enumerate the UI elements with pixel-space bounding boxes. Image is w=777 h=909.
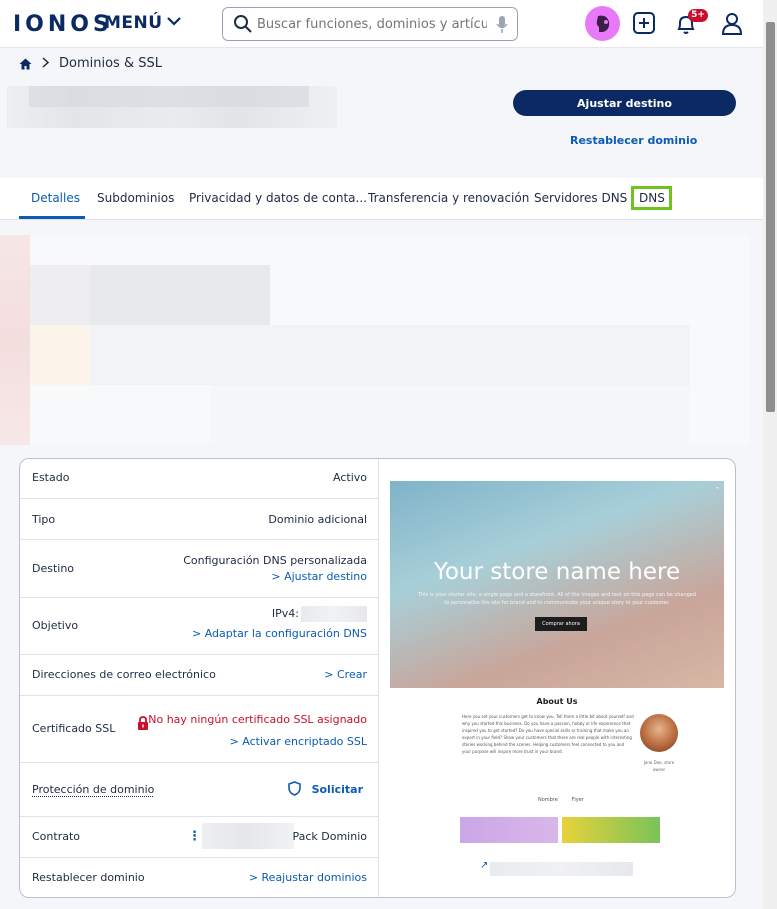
row-type: Tipo Dominio adicional xyxy=(20,499,379,540)
preview-shop-button: Comprar ahora xyxy=(535,617,587,631)
create-email-link[interactable]: > Crear xyxy=(324,668,367,681)
row-contract: Contrato ⋮ Pack Dominio xyxy=(20,817,379,858)
ip-redacted xyxy=(301,606,367,622)
ionos-logo[interactable]: IONOS xyxy=(13,12,113,37)
preview-tile xyxy=(460,817,558,843)
domain-details-card: Estado Activo Tipo Dominio adicional Des… xyxy=(19,458,736,899)
adjust-destination-button[interactable]: Ajustar destino xyxy=(513,90,736,116)
row-target: Objetivo IPv4: > Adaptar la configuració… xyxy=(20,598,379,655)
dns-tab-highlight xyxy=(631,186,672,210)
row-email: Direcciones de correo electrónico > Crea… xyxy=(20,655,379,696)
home-icon[interactable] xyxy=(19,58,32,70)
email-label: Direcciones de correo electrónico xyxy=(32,668,216,681)
activate-ssl-link[interactable]: > Activar encriptado SSL xyxy=(230,735,367,748)
preview-menu-icon: ≡ xyxy=(715,485,719,490)
user-icon[interactable] xyxy=(721,12,743,36)
destination-label: Destino xyxy=(32,562,75,575)
preview-hero-title: Your store name here xyxy=(433,559,681,585)
row-domain-protection: Protección de dominio Solicitar xyxy=(20,763,379,817)
type-label: Tipo xyxy=(32,513,56,526)
tab-bar: Detalles Subdominios Privacidad y datos … xyxy=(0,178,763,220)
contract-redacted xyxy=(202,823,294,849)
redacted-block xyxy=(90,325,690,385)
menu-button[interactable]: MENÚ xyxy=(104,13,181,33)
row-destination: Destino Configuración DNS personalizada … xyxy=(20,540,379,598)
preview-about-text: Here you set your customers get to know … xyxy=(462,714,634,754)
redacted-banner xyxy=(0,235,750,445)
assistant-avatar[interactable] xyxy=(585,6,620,41)
preview-nav: Nombre Flyer xyxy=(538,797,584,803)
type-value: Dominio adicional xyxy=(268,513,367,526)
preview-about-title: About Us xyxy=(536,697,578,706)
domain-protection-label[interactable]: Protección de dominio xyxy=(32,783,154,796)
search-icon xyxy=(234,15,252,33)
breadcrumb: Dominios & SSL xyxy=(19,56,162,71)
preview-hero: ≡ Your store name here This is your star… xyxy=(390,481,724,688)
destination-value: Configuración DNS personalizada xyxy=(183,554,367,567)
target-value: IPv4: xyxy=(272,606,367,622)
tab-subdomains[interactable]: Subdominios xyxy=(97,191,174,205)
contract-value: Pack Dominio xyxy=(292,830,367,843)
external-link-icon[interactable]: ↗ xyxy=(480,860,488,871)
tab-dns-servers[interactable]: Servidores DNS xyxy=(534,191,627,205)
ssl-error: No hay ningún certificado SSL asignado xyxy=(148,713,367,726)
restore-domain-label: Restablecer dominio xyxy=(32,871,145,884)
row-ssl: Certificado SSL No hay ningún certificad… xyxy=(20,696,379,763)
domain-name-redacted xyxy=(7,86,337,128)
tab-details[interactable]: Detalles xyxy=(31,191,80,205)
redacted-block xyxy=(210,385,690,445)
readjust-domains-link[interactable]: > Reajustar dominios xyxy=(249,871,367,884)
ssl-label: Certificado SSL xyxy=(32,722,116,735)
search-box xyxy=(222,7,518,41)
request-protection-button[interactable]: Solicitar xyxy=(312,783,363,796)
lock-icon xyxy=(138,716,148,730)
restore-domain-link[interactable]: Restablecer dominio xyxy=(570,134,697,147)
redacted-block xyxy=(90,265,270,325)
microphone-icon[interactable] xyxy=(495,15,509,35)
status-label: Estado xyxy=(32,471,70,484)
website-preview[interactable]: ≡ Your store name here This is your star… xyxy=(390,469,724,843)
more-options-icon[interactable]: ⋮ xyxy=(188,829,201,844)
notification-badge: 5+ xyxy=(688,9,708,22)
redacted-block xyxy=(30,325,90,385)
assistant-icon xyxy=(596,15,610,32)
status-value: Activo xyxy=(333,471,367,484)
preview-owner-avatar xyxy=(640,714,678,752)
tab-transfer[interactable]: Transferencia y renovación xyxy=(368,191,529,205)
breadcrumb-separator-icon xyxy=(42,56,50,71)
chevron-down-icon xyxy=(166,15,181,29)
scrollbar[interactable] xyxy=(763,0,777,909)
active-tab-indicator xyxy=(19,216,85,219)
row-restore-domain: Restablecer dominio > Reajustar dominios xyxy=(20,858,379,899)
redacted-block xyxy=(0,235,30,445)
ipv4-label: IPv4: xyxy=(271,607,299,620)
preview-hero-subtitle: This is your starter site, a single page… xyxy=(417,592,697,606)
scrollbar-thumb[interactable] xyxy=(766,22,775,412)
shield-icon xyxy=(288,781,301,796)
contract-label: Contrato xyxy=(32,830,81,843)
preview-owner-caption: Jane Doe, store owner xyxy=(643,760,675,772)
tab-privacy[interactable]: Privacidad y datos de conta... xyxy=(189,191,367,205)
menu-label: MENÚ xyxy=(104,13,163,33)
add-icon[interactable] xyxy=(633,12,655,34)
details-list: Estado Activo Tipo Dominio adicional Des… xyxy=(20,459,379,899)
preview-url-redacted[interactable] xyxy=(490,862,633,876)
top-bar: IONOS MENÚ 5+ xyxy=(0,0,763,48)
adjust-destination-link[interactable]: > Ajustar destino xyxy=(271,570,367,583)
target-label: Objetivo xyxy=(32,619,79,632)
adapt-dns-link[interactable]: > Adaptar la configuración DNS xyxy=(192,627,367,640)
preview-tile xyxy=(562,817,660,843)
row-status: Estado Activo xyxy=(20,459,379,499)
breadcrumb-item[interactable]: Dominios & SSL xyxy=(59,56,162,71)
search-input[interactable] xyxy=(257,14,487,34)
